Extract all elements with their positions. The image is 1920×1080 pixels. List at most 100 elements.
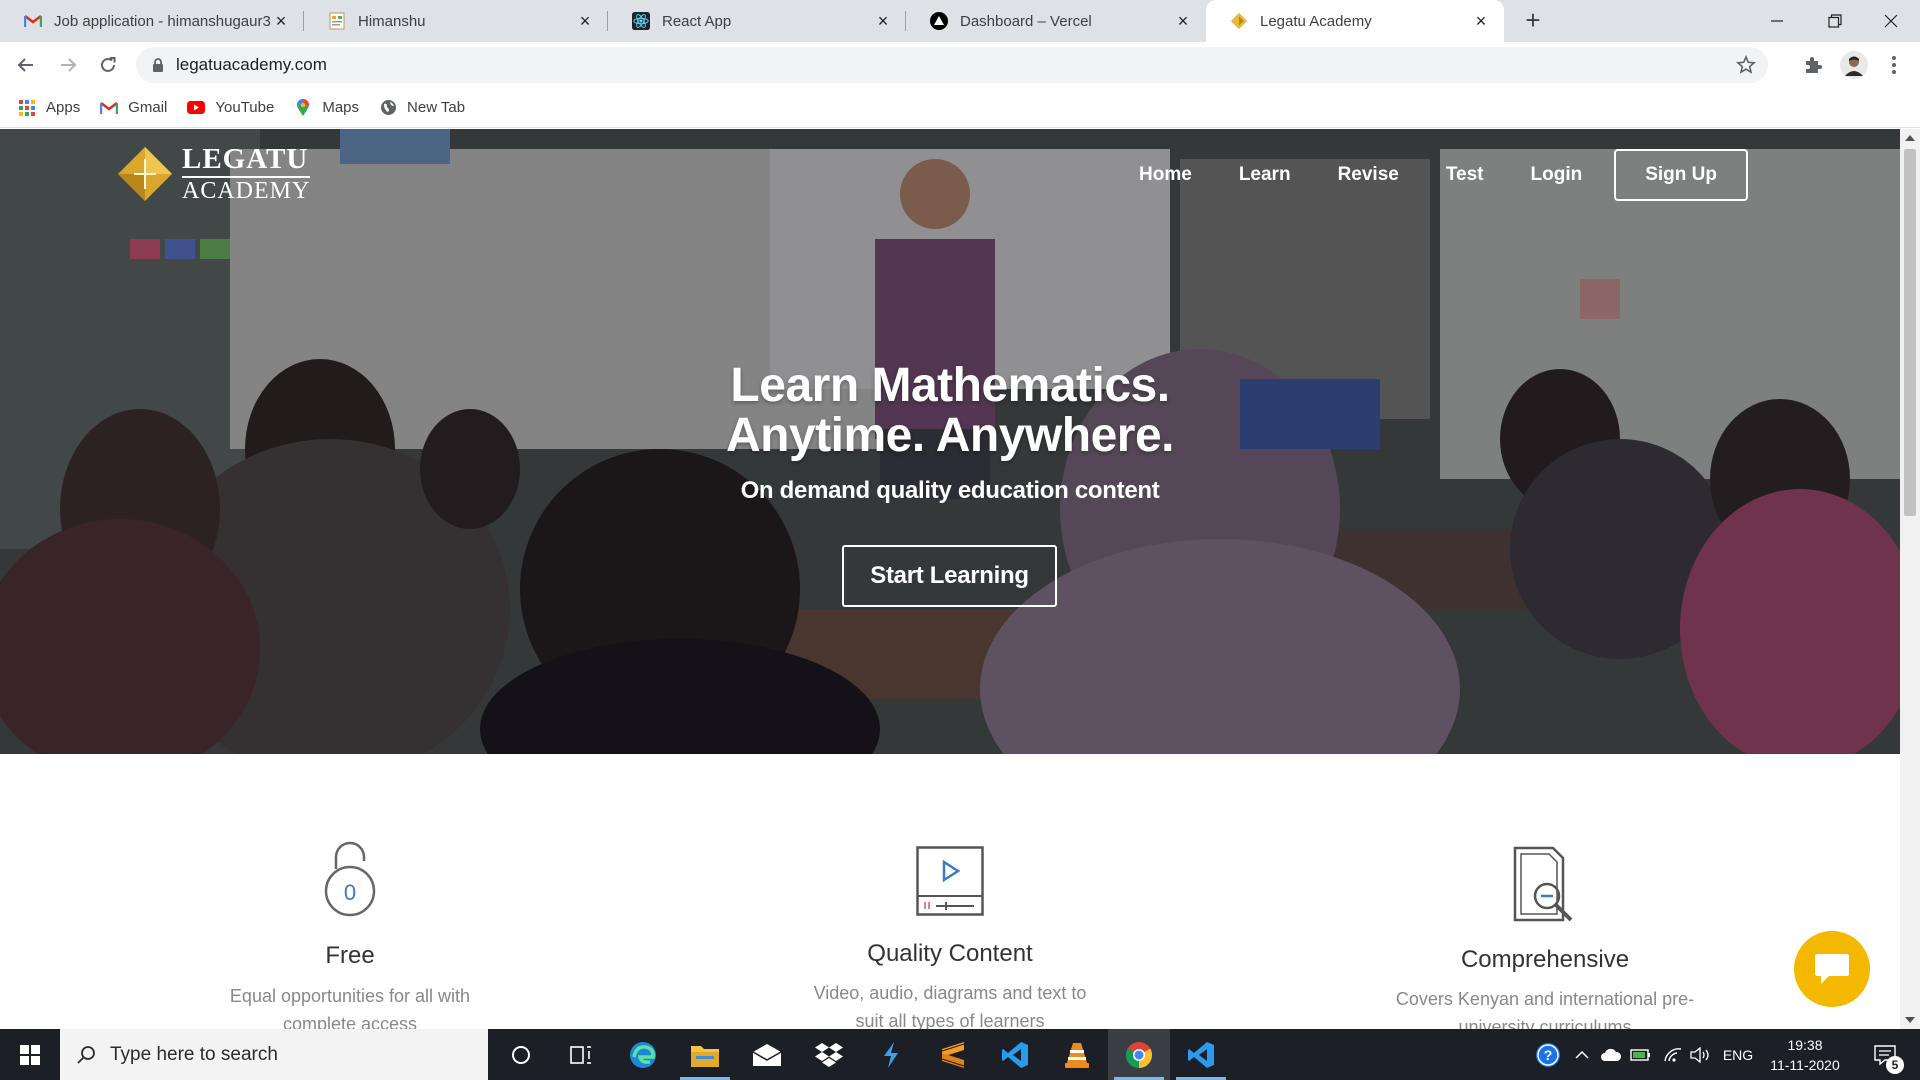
- language-indicator[interactable]: ENG: [1718, 1029, 1758, 1080]
- signup-button[interactable]: Sign Up: [1614, 149, 1748, 201]
- close-icon[interactable]: ×: [874, 12, 892, 30]
- notification-count-badge: 5: [1886, 1056, 1904, 1074]
- feature-desc-line1: Video, audio, diagrams and text to: [813, 983, 1087, 1003]
- tab-job-application[interactable]: Job application - himanshugaur3 ×: [0, 0, 304, 42]
- logo-line2: ACADEMY: [182, 176, 311, 204]
- taskbar-mail[interactable]: [736, 1029, 798, 1080]
- show-hidden-icons-button[interactable]: [1572, 1029, 1592, 1080]
- close-icon: [1884, 14, 1898, 28]
- tab-title: Legatu Academy: [1260, 12, 1372, 30]
- taskbar-azure-app[interactable]: [860, 1029, 922, 1080]
- back-button[interactable]: [10, 49, 42, 81]
- cortana-button[interactable]: [490, 1029, 552, 1080]
- close-icon[interactable]: ×: [576, 12, 594, 30]
- close-icon[interactable]: ×: [1472, 12, 1490, 30]
- taskbar-file-explorer[interactable]: [674, 1029, 736, 1080]
- tab-himanshu[interactable]: Himanshu ×: [304, 0, 608, 42]
- taskbar-search-box[interactable]: Type here to search: [60, 1029, 488, 1080]
- address-bar[interactable]: legatuacademy.com: [136, 47, 1768, 83]
- page-scrollbar[interactable]: [1900, 129, 1920, 1029]
- document-search-icon: [1513, 846, 1573, 922]
- page-icon: [328, 12, 346, 30]
- nav-revise[interactable]: Revise: [1338, 164, 1399, 186]
- taskbar-vscode[interactable]: [984, 1029, 1046, 1080]
- bookmark-label: YouTube: [215, 99, 275, 116]
- help-button[interactable]: ?: [1530, 1029, 1566, 1080]
- taskbar-dropbox[interactable]: [798, 1029, 860, 1080]
- minimize-button[interactable]: [1748, 0, 1806, 42]
- tab-title: Himanshu: [358, 12, 426, 30]
- scrollbar-thumb[interactable]: [1904, 149, 1916, 516]
- screen: Job application - himanshugaur3 × Himans…: [0, 0, 1920, 1080]
- volume-tray[interactable]: [1688, 1029, 1714, 1080]
- tab-react-app[interactable]: React App ×: [608, 0, 906, 42]
- menu-kebab-icon[interactable]: [1882, 53, 1906, 77]
- hero-text: Learn Mathematics. Anytime. Anywhere. On…: [0, 361, 1900, 505]
- task-view-button[interactable]: [550, 1029, 612, 1080]
- nav-learn[interactable]: Learn: [1239, 164, 1291, 186]
- taskbar-chrome[interactable]: [1108, 1029, 1170, 1080]
- help-question-icon: ?: [1536, 1042, 1560, 1067]
- site-logo[interactable]: LEGATU ACADEMY: [116, 143, 311, 204]
- lightning-app-icon: [884, 1041, 898, 1068]
- tab-legatu-academy[interactable]: Legatu Academy ×: [1206, 0, 1504, 42]
- taskbar-vscode-running[interactable]: [1170, 1029, 1232, 1080]
- wifi-icon: [1664, 1047, 1682, 1062]
- globe-icon: [379, 99, 397, 117]
- bookmark-new-tab[interactable]: New Tab: [379, 99, 465, 117]
- nav-login[interactable]: Login: [1531, 164, 1583, 186]
- chevron-up-icon: [1575, 1050, 1589, 1059]
- wifi-tray[interactable]: [1660, 1029, 1686, 1080]
- close-icon[interactable]: ×: [1174, 12, 1192, 30]
- hero-heading-line2: Anytime. Anywhere.: [725, 409, 1175, 462]
- bookmark-maps[interactable]: Maps: [294, 98, 359, 117]
- scroll-up-arrow-icon[interactable]: [1905, 135, 1915, 141]
- notifications-button[interactable]: 5: [1860, 1029, 1910, 1080]
- nav-home[interactable]: Home: [1139, 164, 1192, 186]
- gmail-icon: [24, 12, 42, 30]
- bookmark-gmail[interactable]: Gmail: [100, 99, 167, 117]
- start-button[interactable]: [0, 1029, 60, 1080]
- chat-button[interactable]: [1794, 931, 1870, 1007]
- nav-test[interactable]: Test: [1446, 164, 1484, 186]
- clock-date: 11-11-2020: [1770, 1057, 1840, 1073]
- sublime-text-icon: [941, 1041, 965, 1068]
- battery-tray[interactable]: [1628, 1029, 1654, 1080]
- extensions-puzzle-icon[interactable]: [1800, 53, 1824, 77]
- reload-icon: [101, 57, 116, 72]
- battery-icon: [1630, 1048, 1650, 1061]
- feature-desc-line2: suit all types of learners: [855, 1011, 1045, 1029]
- forward-button[interactable]: [52, 49, 84, 81]
- folder-icon: [691, 1045, 719, 1067]
- apps-grid-icon: [18, 99, 36, 117]
- restore-button[interactable]: [1806, 0, 1864, 42]
- taskbar-sublime-text[interactable]: [922, 1029, 984, 1080]
- cortana-circle-icon: [512, 1045, 530, 1064]
- clock-time: 19:38: [1787, 1037, 1823, 1053]
- vscode-icon: [1002, 1041, 1028, 1068]
- page-viewport: LEGATU ACADEMY Home Learn Revise Test Lo…: [0, 129, 1900, 1029]
- feature-title: Quality Content: [867, 940, 1033, 967]
- taskbar-vlc[interactable]: [1046, 1029, 1108, 1080]
- taskbar-edge[interactable]: [612, 1029, 674, 1080]
- bookmark-youtube[interactable]: YouTube: [187, 99, 274, 117]
- close-window-button[interactable]: [1862, 0, 1920, 42]
- bookmark-star-icon[interactable]: [1736, 54, 1756, 75]
- vscode-icon: [1188, 1041, 1214, 1068]
- avatar[interactable]: [1840, 51, 1868, 79]
- url-text: legatuacademy.com: [176, 55, 327, 74]
- onedrive-tray[interactable]: [1598, 1029, 1624, 1080]
- bookmark-apps[interactable]: Apps: [18, 99, 80, 117]
- lock-icon[interactable]: [150, 57, 166, 73]
- tab-vercel-dashboard[interactable]: Dashboard – Vercel ×: [906, 0, 1206, 42]
- clock[interactable]: 19:38 11-11-2020: [1760, 1035, 1850, 1075]
- logo-line1: LEGATU: [182, 143, 309, 175]
- scroll-down-arrow-icon[interactable]: [1905, 1017, 1915, 1023]
- close-icon[interactable]: ×: [272, 12, 290, 30]
- dropbox-icon: [815, 1042, 843, 1067]
- reload-button[interactable]: [92, 49, 124, 81]
- site-nav: Home Learn Revise Test Login Sign Up: [1092, 149, 1748, 201]
- start-learning-button[interactable]: Start Learning: [842, 545, 1057, 607]
- maps-icon: [294, 98, 312, 117]
- new-tab-button[interactable]: +: [1520, 7, 1546, 34]
